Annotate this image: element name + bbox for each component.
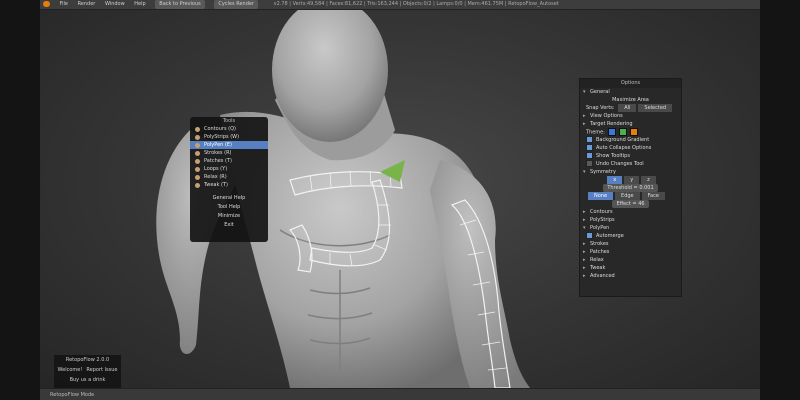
maximize-area-button[interactable]: Maximize Area xyxy=(580,96,681,104)
symmetry-mode-row: None Edge Face xyxy=(580,192,681,200)
polystrips-icon xyxy=(195,134,200,140)
expand-right-icon: ▸ xyxy=(583,241,586,247)
axis-x-toggle[interactable]: x xyxy=(607,176,623,184)
render-engine-select[interactable]: Cycles Render xyxy=(214,0,259,9)
tool-contours[interactable]: Contours (Q) xyxy=(190,125,268,133)
mode-label: RetopoFlow Mode xyxy=(50,392,95,398)
strokes-icon xyxy=(195,150,200,156)
tools-panel: Tools Contours (Q) PolyStrips (W) PolyPe… xyxy=(190,117,268,242)
checkbox-icon[interactable] xyxy=(586,160,593,167)
menu-window[interactable]: Window xyxy=(105,0,125,9)
status-bar: RetopoFlow Mode xyxy=(40,388,760,400)
snap-selected-toggle[interactable]: Selected xyxy=(638,104,673,112)
automerge-option[interactable]: Automerge xyxy=(580,232,681,240)
expand-right-icon: ▸ xyxy=(583,249,586,255)
theme-row: Theme: xyxy=(580,128,681,136)
section-relax[interactable]: ▸ Relax xyxy=(580,256,681,264)
section-symmetry[interactable]: ▾ Symmetry xyxy=(580,168,681,176)
section-patches[interactable]: ▸ Patches xyxy=(580,248,681,256)
collapse-down-icon: ▾ xyxy=(583,89,586,95)
back-to-previous-button[interactable]: Back to Previous xyxy=(155,0,205,9)
buy-drink-button[interactable]: Buy us a drink xyxy=(54,375,121,385)
3d-viewport[interactable]: Tools Contours (Q) PolyStrips (W) PolyPe… xyxy=(40,10,760,389)
effect-field[interactable]: Effect = 46 xyxy=(580,200,681,208)
section-contours[interactable]: ▸ Contours xyxy=(580,208,681,216)
theme-blue-swatch[interactable] xyxy=(607,128,616,136)
axis-y-toggle[interactable]: y xyxy=(624,176,640,184)
sym-edge-toggle[interactable]: Edge xyxy=(615,192,640,200)
axis-z-toggle[interactable]: z xyxy=(641,176,656,184)
tool-patches[interactable]: Patches (T) xyxy=(190,157,268,165)
scene-stats: v2.78 | Verts:49,584 | Faces:81,622 | Tr… xyxy=(273,1,559,7)
auto-collapse-option[interactable]: Auto Collapse Options xyxy=(580,144,681,152)
options-panel: Options ▾ General Maximize Area Snap Vert… xyxy=(579,78,682,297)
collapse-down-icon: ▾ xyxy=(583,169,586,175)
welcome-button[interactable]: Welcome! xyxy=(58,367,83,373)
menu-help[interactable]: Help xyxy=(134,0,145,9)
section-target-rendering[interactable]: ▸ Target Rendering xyxy=(580,120,681,128)
expand-right-icon: ▸ xyxy=(583,265,586,271)
section-tweak[interactable]: ▸ Tweak xyxy=(580,264,681,272)
options-panel-title[interactable]: Options xyxy=(580,79,681,88)
expand-right-icon: ▸ xyxy=(583,217,586,223)
letterbox-right xyxy=(760,0,800,400)
expand-right-icon: ▸ xyxy=(583,209,586,215)
welcome-title: RetopoFlow 2.0.0 xyxy=(65,357,110,363)
collapse-down-icon: ▾ xyxy=(583,225,586,231)
theme-label: Theme: xyxy=(586,129,605,136)
tool-help-button[interactable]: Tool Help xyxy=(190,203,268,212)
tool-loops[interactable]: Loops (Y) xyxy=(190,165,268,173)
patches-icon xyxy=(195,158,200,164)
exit-button[interactable]: Exit xyxy=(190,221,268,230)
welcome-links-row: Welcome! Report Issue xyxy=(54,365,121,375)
section-strokes[interactable]: ▸ Strokes xyxy=(580,240,681,248)
tool-polypen[interactable]: PolyPen (E) xyxy=(190,141,268,149)
snap-verts-row: Snap Verts: All Selected xyxy=(580,104,681,112)
relax-icon xyxy=(195,174,200,180)
minimize-button[interactable]: Minimize xyxy=(190,212,268,221)
checkbox-icon[interactable] xyxy=(586,136,593,143)
tool-polystrips[interactable]: PolyStrips (W) xyxy=(190,133,268,141)
expand-right-icon: ▸ xyxy=(583,113,586,119)
section-view-options[interactable]: ▸ View Options xyxy=(580,112,681,120)
welcome-panel: RetopoFlow 2.0.0 Welcome! Report Issue Bu… xyxy=(54,355,121,389)
loops-icon xyxy=(195,166,200,172)
report-issue-button[interactable]: Report Issue xyxy=(86,367,117,373)
blender-window: File Render Window Help Back to Previous… xyxy=(40,0,760,400)
polypen-icon xyxy=(195,142,200,148)
expand-right-icon: ▸ xyxy=(583,121,586,127)
expand-right-icon: ▸ xyxy=(583,273,586,279)
contours-icon xyxy=(195,126,200,132)
snap-all-toggle[interactable]: All xyxy=(618,104,637,112)
symmetry-axes-row: xyz xyxy=(580,176,681,184)
theme-orange-swatch[interactable] xyxy=(629,128,638,136)
section-advanced[interactable]: ▸ Advanced xyxy=(580,272,681,280)
blender-logo-icon[interactable] xyxy=(43,0,50,7)
background-gradient-option[interactable]: Background Gradient xyxy=(580,136,681,144)
checkbox-icon[interactable] xyxy=(586,232,593,239)
tool-tweak[interactable]: Tweak (T) xyxy=(190,181,268,189)
undo-changes-option[interactable]: Undo Changes Tool xyxy=(580,160,681,168)
theme-green-swatch[interactable] xyxy=(618,128,627,136)
section-polypen[interactable]: ▾ PolyPen xyxy=(580,224,681,232)
section-polystrips[interactable]: ▸ PolyStrips xyxy=(580,216,681,224)
section-general[interactable]: ▾ General xyxy=(580,88,681,96)
threshold-field[interactable]: Threshold = 0.001 xyxy=(580,184,681,192)
tool-strokes[interactable]: Strokes (R) xyxy=(190,149,268,157)
tweak-icon xyxy=(195,182,200,188)
tools-panel-title[interactable]: Tools xyxy=(190,117,268,125)
checkbox-icon[interactable] xyxy=(586,152,593,159)
letterbox-left xyxy=(0,0,40,400)
expand-right-icon: ▸ xyxy=(583,257,586,263)
sym-face-toggle[interactable]: Face xyxy=(641,192,665,200)
general-help-button[interactable]: General Help xyxy=(190,194,268,203)
menu-render[interactable]: Render xyxy=(78,0,96,9)
checkbox-icon[interactable] xyxy=(586,144,593,151)
sym-none-toggle[interactable]: None xyxy=(588,192,614,200)
snap-verts-label: Snap Verts: xyxy=(586,105,615,111)
top-menubar: File Render Window Help Back to Previous… xyxy=(40,0,760,10)
menu-file[interactable]: File xyxy=(60,0,68,9)
show-tooltips-option[interactable]: Show Tooltips xyxy=(580,152,681,160)
tool-relax[interactable]: Relax (R) xyxy=(190,173,268,181)
